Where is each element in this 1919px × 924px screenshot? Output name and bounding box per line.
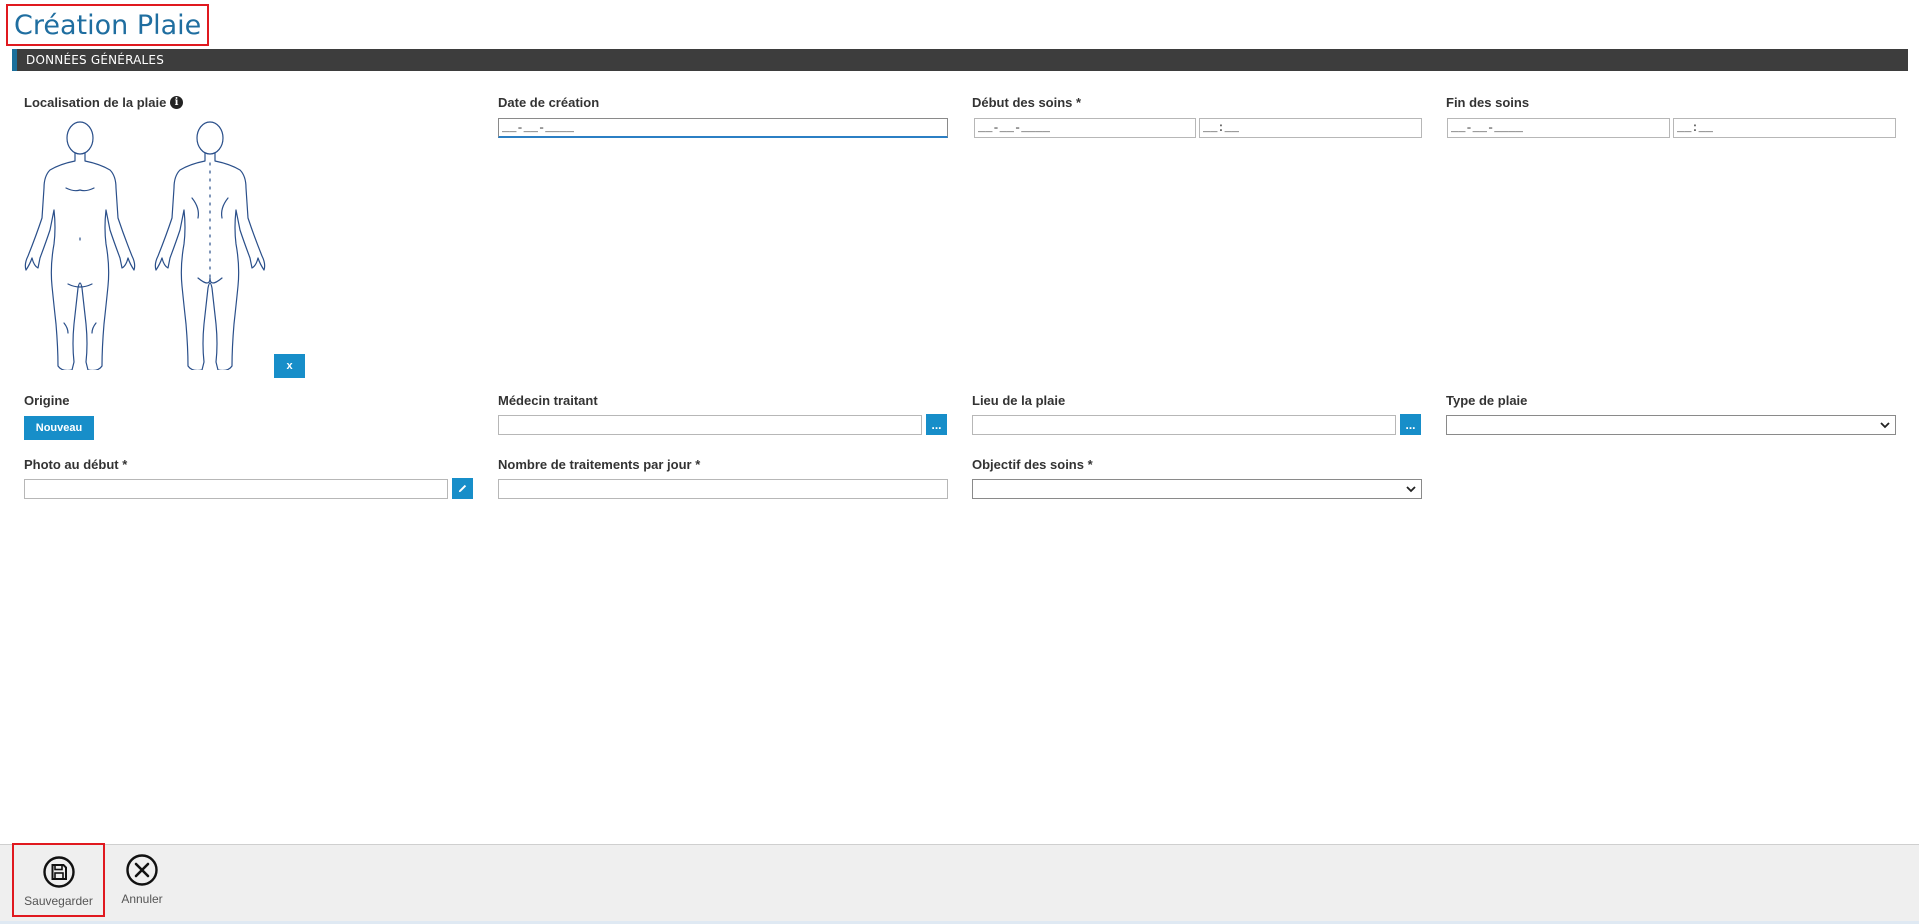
body-front (24, 121, 136, 370)
lieu-picker-button[interactable]: ... (1400, 414, 1421, 435)
medecin-input[interactable] (498, 415, 922, 435)
type-plaie-label: Type de plaie (1446, 393, 1528, 408)
chevron-down-icon (1880, 422, 1890, 429)
debut-soins-date-input[interactable] (974, 118, 1196, 138)
chevron-down-icon (1406, 486, 1416, 493)
clear-location-button[interactable]: x (274, 354, 305, 378)
date-creation-label: Date de création (498, 95, 600, 110)
fin-soins-date-input[interactable] (1447, 118, 1670, 138)
origine-label: Origine (24, 393, 70, 408)
objectif-select[interactable] (972, 479, 1422, 499)
page-title: Création Plaie (6, 4, 210, 46)
pencil-icon (458, 484, 467, 493)
bottom-toolbar (0, 844, 1919, 922)
cancel-button[interactable]: Annuler (112, 843, 172, 917)
nouveau-button[interactable]: Nouveau (24, 416, 94, 440)
nb-traitements-label: Nombre de traitements par jour * (498, 457, 701, 472)
date-creation-input[interactable] (498, 118, 948, 138)
medecin-label: Médecin traitant (498, 393, 598, 408)
floppy-disk-icon (42, 856, 75, 888)
medecin-picker-button[interactable]: ... (926, 414, 947, 435)
section-title: DONNÉES GÉNÉRALES (26, 53, 165, 67)
photo-debut-input[interactable] (24, 479, 448, 499)
cancel-label: Annuler (121, 892, 163, 906)
fin-soins-label: Fin des soins (1446, 95, 1530, 110)
lieu-label: Lieu de la plaie (972, 393, 1066, 408)
save-label: Sauvegarder (24, 894, 93, 908)
lieu-input[interactable] (972, 415, 1396, 435)
photo-debut-label: Photo au début * (24, 457, 128, 472)
debut-soins-time-input[interactable] (1199, 118, 1422, 138)
fin-soins-time-input[interactable] (1673, 118, 1896, 138)
debut-soins-label: Début des soins * (972, 95, 1082, 110)
nb-traitements-input[interactable] (498, 479, 948, 499)
body-map[interactable] (22, 118, 274, 370)
photo-edit-button[interactable] (452, 478, 473, 499)
section-header: DONNÉES GÉNÉRALES (12, 49, 1908, 71)
body-back (154, 121, 266, 370)
localisation-label: Localisation de la plaie (24, 95, 167, 110)
type-plaie-select[interactable] (1446, 415, 1896, 435)
save-button[interactable]: Sauvegarder (12, 843, 105, 917)
info-icon[interactable]: i (170, 96, 183, 109)
close-circle-icon (126, 854, 158, 886)
objectif-label: Objectif des soins * (972, 457, 1093, 472)
